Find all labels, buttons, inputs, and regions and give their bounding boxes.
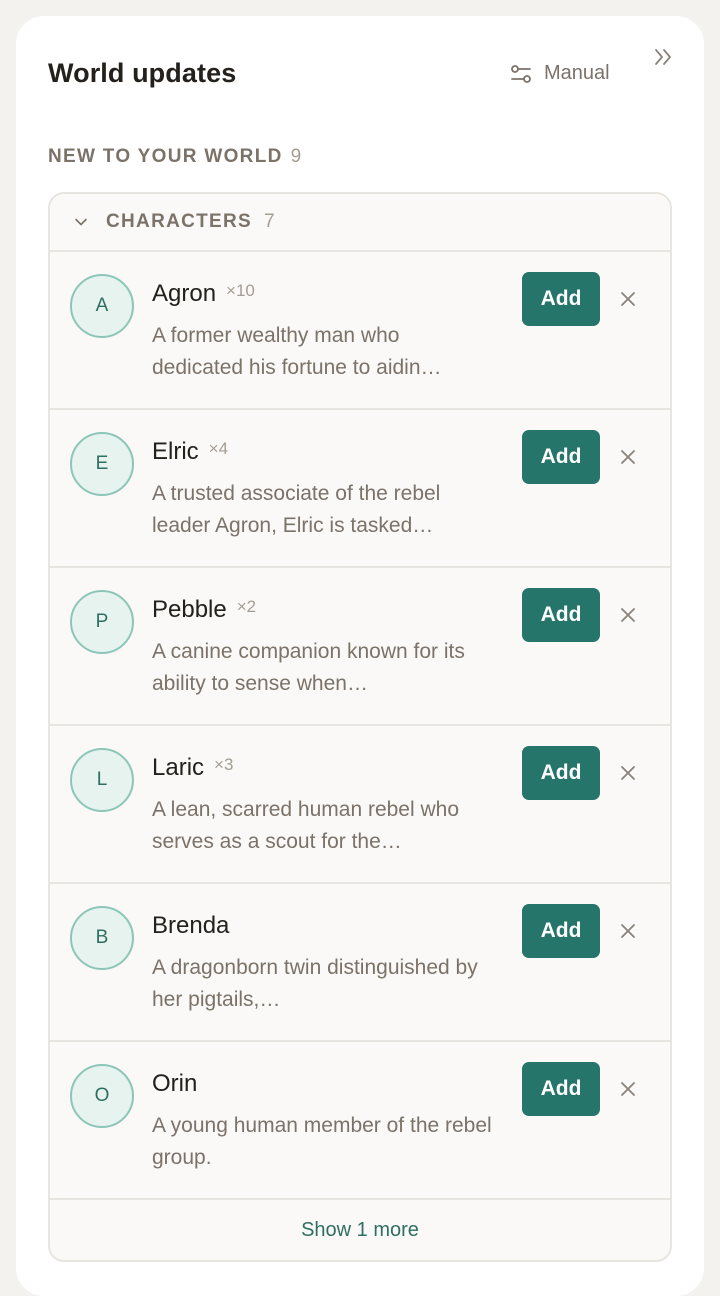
character-row-laric: L Laric ×3 A lean, scarred human rebel w… bbox=[50, 726, 670, 884]
character-description: A dragonborn twin distinguished by her p… bbox=[152, 956, 478, 1011]
add-button[interactable]: Add bbox=[522, 272, 600, 326]
character-row-brenda: B Brenda A dragonborn twin distinguished… bbox=[50, 884, 670, 1042]
name-line: Laric ×3 bbox=[152, 754, 233, 782]
world-updates-panel: World updates Manual NEW TO YOUR WORLD 9 … bbox=[16, 16, 704, 1296]
group-title: CHARACTERS bbox=[106, 211, 252, 232]
character-description: A former wealthy man who dedicated his f… bbox=[152, 324, 442, 379]
mention-count: ×4 bbox=[208, 439, 229, 458]
close-icon bbox=[621, 766, 635, 780]
add-button[interactable]: Add bbox=[522, 1062, 600, 1116]
group-count: 7 bbox=[264, 211, 275, 232]
character-row-agron: A Agron ×10 A former wealthy man who ded… bbox=[50, 252, 670, 410]
close-icon bbox=[621, 1082, 635, 1096]
add-button[interactable]: Add bbox=[522, 904, 600, 958]
character-name: Laric bbox=[152, 754, 205, 781]
show-more-button[interactable]: Show 1 more bbox=[50, 1200, 670, 1260]
sliders-icon bbox=[511, 64, 531, 83]
close-icon bbox=[621, 292, 635, 306]
character-row-orin: O Orin A young human member of the rebel… bbox=[50, 1042, 670, 1200]
dismiss-button[interactable] bbox=[618, 447, 638, 467]
add-button[interactable]: Add bbox=[522, 430, 600, 484]
avatar: O bbox=[70, 1064, 134, 1128]
dismiss-button[interactable] bbox=[618, 1079, 638, 1099]
chevron-down-icon bbox=[75, 218, 87, 226]
avatar: E bbox=[70, 432, 134, 496]
manual-mode-button[interactable]: Manual bbox=[510, 62, 610, 85]
characters-group: CHARACTERS 7 A Agron ×10 A former wealth… bbox=[48, 192, 672, 1262]
name-line: Orin bbox=[152, 1070, 207, 1098]
character-name: Agron bbox=[152, 280, 217, 307]
avatar: B bbox=[70, 906, 134, 970]
character-description: A young human member of the rebel group. bbox=[152, 1114, 492, 1169]
section-heading: NEW TO YOUR WORLD 9 bbox=[48, 146, 301, 168]
collapse-panel-button[interactable] bbox=[652, 46, 676, 68]
character-name: Elric bbox=[152, 438, 199, 465]
dismiss-button[interactable] bbox=[618, 605, 638, 625]
mention-count: ×2 bbox=[236, 597, 257, 616]
name-line: Pebble ×2 bbox=[152, 596, 256, 624]
character-description: A lean, scarred human rebel who serves a… bbox=[152, 798, 460, 853]
section-heading-label: NEW TO YOUR WORLD bbox=[48, 146, 283, 167]
close-icon bbox=[621, 450, 635, 464]
section-count: 9 bbox=[290, 146, 302, 167]
double-chevron-right-icon bbox=[655, 49, 671, 65]
close-icon bbox=[621, 924, 635, 938]
character-name: Orin bbox=[152, 1070, 198, 1097]
name-line: Elric ×4 bbox=[152, 438, 228, 466]
dismiss-button[interactable] bbox=[618, 921, 638, 941]
avatar: A bbox=[70, 274, 134, 338]
character-description: A canine companion known for its ability… bbox=[152, 640, 465, 695]
character-description: A trusted associate of the rebel leader … bbox=[152, 482, 441, 537]
close-icon bbox=[621, 608, 635, 622]
add-button[interactable]: Add bbox=[522, 746, 600, 800]
character-name: Pebble bbox=[152, 596, 227, 623]
name-line: Agron ×10 bbox=[152, 280, 255, 308]
character-row-pebble: P Pebble ×2 A canine companion known for… bbox=[50, 568, 670, 726]
mention-count: ×10 bbox=[226, 281, 255, 300]
name-line: Brenda bbox=[152, 912, 239, 940]
add-button[interactable]: Add bbox=[522, 588, 600, 642]
character-name: Brenda bbox=[152, 912, 230, 939]
avatar: P bbox=[70, 590, 134, 654]
dismiss-button[interactable] bbox=[618, 763, 638, 783]
dismiss-button[interactable] bbox=[618, 289, 638, 309]
mode-label: Manual bbox=[544, 62, 610, 84]
character-row-elric: E Elric ×4 A trusted associate of the re… bbox=[50, 410, 670, 568]
avatar: L bbox=[70, 748, 134, 812]
characters-group-toggle[interactable]: CHARACTERS 7 bbox=[50, 194, 670, 252]
panel-title: World updates bbox=[48, 58, 237, 88]
mention-count: ×3 bbox=[214, 755, 234, 774]
